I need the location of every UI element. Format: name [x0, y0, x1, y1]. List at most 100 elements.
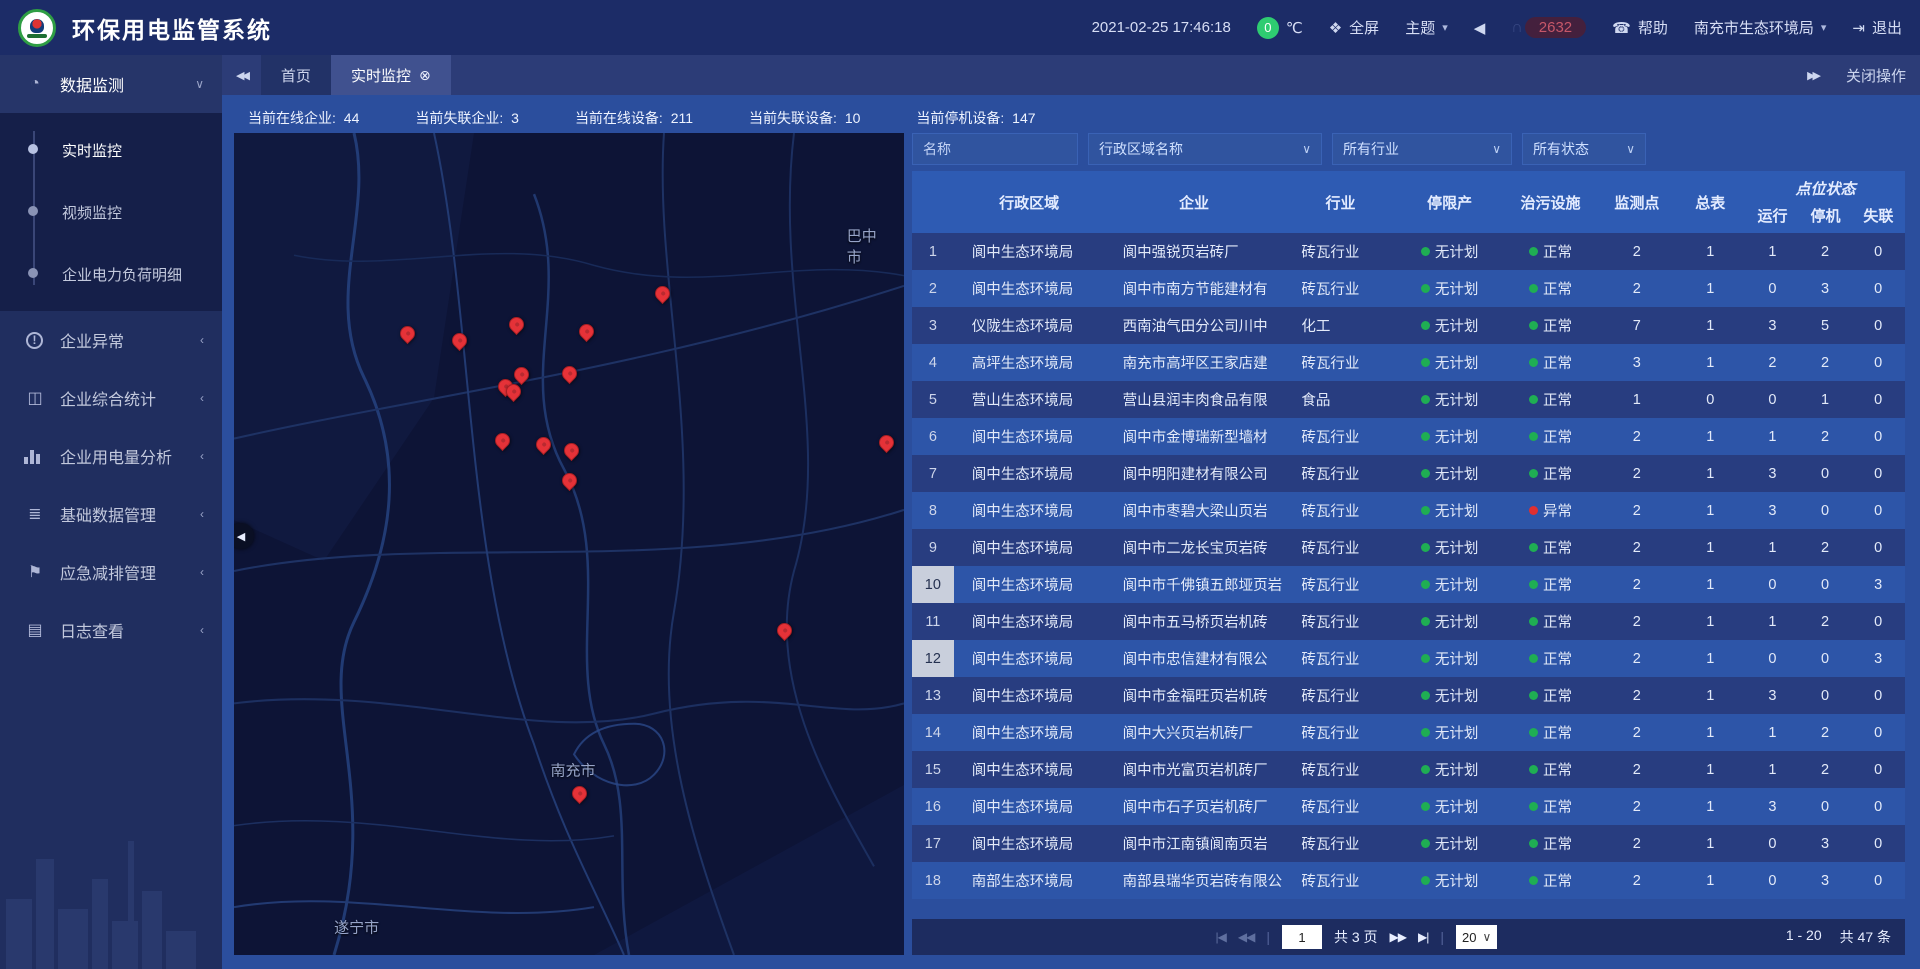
- page-next-icon[interactable]: ▶▶: [1390, 930, 1406, 944]
- table-row[interactable]: 14阆中生态环境局阆中大兴页岩机砖厂砖瓦行业无计划正常21120: [912, 714, 1905, 751]
- table-row[interactable]: 12阆中生态环境局阆中市忠信建材有限公砖瓦行业无计划正常21003: [912, 640, 1905, 677]
- table-row[interactable]: 11阆中生态环境局阆中市五马桥页岩机砖砖瓦行业无计划正常21120: [912, 603, 1905, 640]
- col-points: 监测点: [1599, 171, 1674, 233]
- speaker-icon: ◀: [1474, 19, 1486, 37]
- table-row[interactable]: 2阆中生态环境局阆中市南方节能建材有砖瓦行业无计划正常21030: [912, 270, 1905, 307]
- cell-industry: 砖瓦行业: [1283, 566, 1397, 603]
- page-prev-icon[interactable]: ◀◀: [1238, 930, 1254, 944]
- page-size-select[interactable]: 20 ∨: [1456, 925, 1497, 949]
- sidebar-item-power-load-detail[interactable]: 企业电力负荷明细: [0, 243, 222, 305]
- cell-meters: 1: [1675, 492, 1746, 529]
- cell-region: 阆中生态环境局: [954, 825, 1105, 862]
- sidebar-item-label: 企业综合统计: [60, 386, 156, 410]
- table-row[interactable]: 5营山生态环境局营山县润丰肉食品有限食品无计划正常10010: [912, 381, 1905, 418]
- cell-meters: 1: [1675, 714, 1746, 751]
- page-first-icon[interactable]: |◀: [1216, 930, 1226, 944]
- sidebar-item-realtime-monitor[interactable]: 实时监控: [0, 119, 222, 181]
- table-row[interactable]: 10阆中生态环境局阆中市千佛镇五郎垭页岩砖瓦行业无计划正常21003: [912, 566, 1905, 603]
- sidebar-item-label: 企业异常: [60, 328, 124, 352]
- status-dot: [1529, 247, 1538, 256]
- industry-filter-select[interactable]: 所有行业 ∨: [1332, 133, 1512, 165]
- cell-company: 西南油气田分公司川中: [1105, 307, 1284, 344]
- cell-points: 2: [1599, 751, 1674, 788]
- tabs-scroll-left-icon[interactable]: ◀◀: [236, 69, 247, 82]
- cell-row-number: 2: [912, 270, 954, 307]
- page-number-input[interactable]: [1282, 925, 1322, 949]
- col-meters: 总表: [1675, 171, 1746, 233]
- cell-row-number: 5: [912, 381, 954, 418]
- alert-icon: !: [26, 332, 43, 349]
- cell-offline: 3: [1851, 566, 1905, 603]
- temperature: 0 ℃: [1257, 17, 1303, 39]
- cell-industry: 砖瓦行业: [1283, 714, 1397, 751]
- org-menu[interactable]: 南充市生态环境局 ▾: [1694, 17, 1827, 38]
- cell-running: 1: [1746, 418, 1799, 455]
- table-row[interactable]: 18南部生态环境局南部县瑞华页岩砖有限公砖瓦行业无计划正常21030: [912, 862, 1905, 899]
- cell-limit-status: 无计划: [1398, 307, 1502, 344]
- sidebar-item-log-view[interactable]: ▤日志查看‹: [0, 601, 222, 659]
- name-filter-input[interactable]: [923, 141, 1067, 157]
- table-row[interactable]: 8阆中生态环境局阆中市枣碧大梁山页岩砖瓦行业无计划异常21300: [912, 492, 1905, 529]
- table-row[interactable]: 16阆中生态环境局阆中市石子页岩机砖厂砖瓦行业无计划正常21300: [912, 788, 1905, 825]
- col-facility: 治污设施: [1502, 171, 1599, 233]
- status-dot: [1421, 284, 1430, 293]
- cell-running: 1: [1746, 751, 1799, 788]
- map-panel[interactable]: 巴中市南充市遂宁市 ◀: [234, 133, 904, 955]
- pagination-bar: |◀ ◀◀ | 共 3 页 ▶▶ ▶| | 20 ∨: [912, 919, 1905, 955]
- cell-limit-status: 无计划: [1398, 714, 1502, 751]
- cell-facility-status: 正常: [1502, 677, 1599, 714]
- tabs-scroll-right-icon[interactable]: ▶▶: [1807, 69, 1818, 82]
- sound-toggle[interactable]: ◀: [1474, 19, 1486, 37]
- sidebar-item-company-abnormal[interactable]: ! 企业异常 ‹: [0, 311, 222, 369]
- fullscreen-button[interactable]: ❖ 全屏: [1329, 17, 1379, 38]
- sidebar-item-power-analysis[interactable]: 企业用电量分析‹: [0, 427, 222, 485]
- chevron-left-icon: ‹: [200, 623, 204, 637]
- logout-button[interactable]: ⇥ 退出: [1852, 17, 1902, 38]
- table-header: 行政区域 企业 行业 停限产 治污设施 监测点 总表 点位状态: [912, 171, 1905, 233]
- sidebar-item-data-monitoring[interactable]: ◔数据监测∨: [0, 55, 222, 113]
- status-dot: [1529, 691, 1538, 700]
- status-dot: [1529, 506, 1538, 515]
- help-button[interactable]: ☎ 帮助: [1612, 17, 1668, 38]
- sidebar-item-base-data[interactable]: ≣基础数据管理‹: [0, 485, 222, 543]
- col-point-status: 点位状态: [1746, 171, 1905, 201]
- table-row[interactable]: 15阆中生态环境局阆中市光富页岩机砖厂砖瓦行业无计划正常21120: [912, 751, 1905, 788]
- cell-running: 3: [1746, 307, 1799, 344]
- cell-meters: 1: [1675, 233, 1746, 270]
- status-dot: [1529, 469, 1538, 478]
- tab-实时监控[interactable]: 实时监控⊗: [331, 55, 451, 95]
- cell-region: 阆中生态环境局: [954, 788, 1105, 825]
- region-filter-select[interactable]: 行政区域名称 ∨: [1088, 133, 1322, 165]
- table-row[interactable]: 17阆中生态环境局阆中市江南镇阆南页岩砖瓦行业无计划正常21030: [912, 825, 1905, 862]
- chevron-left-icon: ‹: [200, 333, 204, 347]
- tab-首页[interactable]: 首页: [261, 55, 331, 95]
- status-filter-select[interactable]: 所有状态 ∨: [1522, 133, 1646, 165]
- cell-company: 阆中市千佛镇五郎垭页岩: [1105, 566, 1284, 603]
- notifications-button[interactable]: ∩ 2632: [1511, 17, 1586, 38]
- table-row[interactable]: 3仪陇生态环境局西南油气田分公司川中化工无计划正常71350: [912, 307, 1905, 344]
- table-row[interactable]: 1阆中生态环境局阆中强锐页岩砖厂砖瓦行业无计划正常21120: [912, 233, 1905, 270]
- table-row[interactable]: 9阆中生态环境局阆中市二龙长宝页岩砖砖瓦行业无计划正常21120: [912, 529, 1905, 566]
- table-row[interactable]: 7阆中生态环境局阆中明阳建材有限公司砖瓦行业无计划正常21300: [912, 455, 1905, 492]
- chevron-left-icon: ‹: [200, 507, 204, 521]
- cell-meters: 1: [1675, 270, 1746, 307]
- page-last-icon[interactable]: ▶|: [1418, 930, 1428, 944]
- sidebar-item-company-statistics[interactable]: ◫企业综合统计‹: [0, 369, 222, 427]
- theme-menu[interactable]: 主题 ▾: [1405, 17, 1448, 38]
- cell-offline: 0: [1851, 492, 1905, 529]
- close-operations-button[interactable]: 关闭操作: [1846, 65, 1906, 86]
- cell-meters: 0: [1675, 381, 1746, 418]
- cell-company: 阆中市枣碧大梁山页岩: [1105, 492, 1284, 529]
- close-icon[interactable]: ⊗: [419, 67, 431, 84]
- table-row[interactable]: 13阆中生态环境局阆中市金福旺页岩机砖砖瓦行业无计划正常21300: [912, 677, 1905, 714]
- cell-running: 0: [1746, 640, 1799, 677]
- table-row[interactable]: 6阆中生态环境局阆中市金博瑞新型墙材砖瓦行业无计划正常21120: [912, 418, 1905, 455]
- sidebar-item-video-monitor[interactable]: 视频监控: [0, 181, 222, 243]
- logout-icon: ⇥: [1852, 19, 1865, 37]
- table-row[interactable]: 4高坪生态环境局南充市高坪区王家店建砖瓦行业无计划正常31220: [912, 344, 1905, 381]
- sidebar-item-label: 日志查看: [60, 618, 124, 642]
- top-header: 环保用电监管系统 2021-02-25 17:46:18 0 ℃ ❖ 全屏 主题…: [0, 0, 1920, 55]
- sidebar-item-emergency-reduction[interactable]: ⚑应急减排管理‹: [0, 543, 222, 601]
- cell-region: 阆中生态环境局: [954, 455, 1105, 492]
- name-filter[interactable]: [912, 133, 1078, 165]
